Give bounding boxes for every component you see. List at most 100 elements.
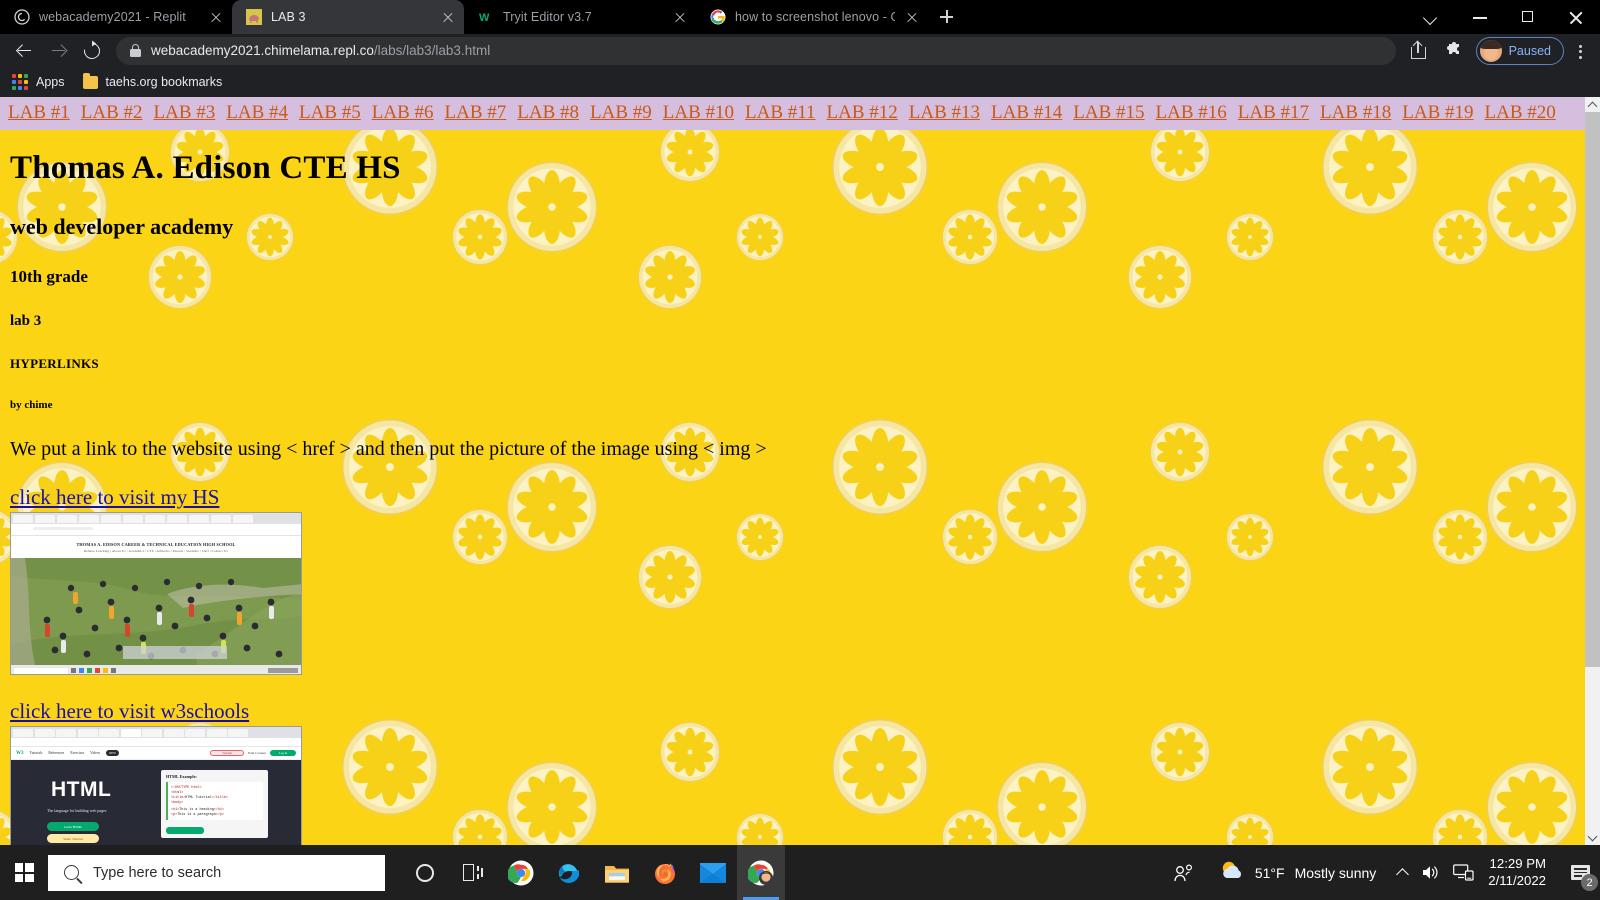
- replit-icon: [14, 9, 30, 25]
- speaker-icon[interactable]: [1421, 864, 1441, 881]
- bookmark-taehs[interactable]: taehs.org bookmarks: [82, 72, 222, 89]
- url-text: webacademy2021.chimelama.repl.co/labs/la…: [151, 43, 490, 58]
- lab-link-14[interactable]: LAB #14: [991, 102, 1062, 123]
- extensions-puzzle-icon[interactable]: [1438, 36, 1468, 66]
- w3schools-homepage-screenshot[interactable]: W3 Tutorials References Exercises Videos…: [10, 726, 302, 845]
- lab-link-12[interactable]: LAB #12: [827, 102, 898, 123]
- browser-window: webacademy2021 - Replit LAB 3 W Tryit Ed…: [0, 0, 1600, 845]
- new-tab-button[interactable]: [932, 3, 960, 31]
- scroll-up-button[interactable]: [1585, 97, 1600, 112]
- back-button[interactable]: [8, 35, 40, 67]
- lab-link-10[interactable]: LAB #10: [663, 102, 734, 123]
- browser-tab-google-search[interactable]: how to screenshot lenovo - Goog: [696, 0, 928, 34]
- browser-tab-tryit[interactable]: W Tryit Editor v3.7: [464, 0, 696, 34]
- page-content: LAB #1 LAB #2 LAB #3 LAB #4 LAB #5 LAB #6 LAB …: [0, 97, 1585, 845]
- thumb-urlbar: [11, 527, 301, 536]
- avatar: [1479, 39, 1502, 62]
- svg-text:<p>This is a paragraph</p>: <p>This is a paragraph</p>: [171, 812, 224, 817]
- chevron-up-icon[interactable]: [1396, 868, 1410, 881]
- cortana-icon[interactable]: [401, 845, 449, 900]
- close-icon[interactable]: [440, 9, 456, 25]
- browser-tab-lab3[interactable]: LAB 3: [232, 0, 464, 34]
- profile-chip[interactable]: Paused: [1475, 36, 1564, 65]
- lab-link-8[interactable]: LAB #8: [517, 102, 579, 123]
- maximize-button[interactable]: [1504, 0, 1552, 34]
- lab-link-18[interactable]: LAB #18: [1320, 102, 1391, 123]
- share-icon[interactable]: [1404, 36, 1434, 66]
- toolbar-right-actions: Paused: [1404, 36, 1592, 66]
- svg-text:<!DOCTYPE html>: <!DOCTYPE html>: [171, 785, 202, 790]
- lab-link-11[interactable]: LAB #11: [745, 102, 816, 123]
- scroll-down-button[interactable]: [1585, 830, 1600, 845]
- lab-navigation-bar: LAB #1 LAB #2 LAB #3 LAB #4 LAB #5 LAB #6 LAB …: [0, 97, 1585, 130]
- url-domain: webacademy2021.chimelama.repl.co: [151, 43, 374, 58]
- forward-button[interactable]: [42, 35, 74, 67]
- thumb2-learn-html-button: Learn HTML: [47, 822, 99, 831]
- close-icon[interactable]: [208, 9, 224, 25]
- start-button[interactable]: [0, 845, 48, 900]
- task-view-icon[interactable]: [449, 845, 497, 900]
- thumb-taskbar: [11, 665, 301, 674]
- weather-description: Mostly sunny: [1294, 864, 1377, 881]
- reload-button[interactable]: [76, 35, 108, 67]
- taehs-homepage-screenshot[interactable]: THOMAS A. EDISON CAREER & TECHNICAL EDUC…: [10, 512, 302, 675]
- chrome-icon[interactable]: [497, 845, 545, 900]
- weather-widget[interactable]: 51°F Mostly sunny: [1205, 859, 1384, 886]
- thumb2-hero-title: HTML: [51, 778, 112, 801]
- lab-link-5[interactable]: LAB #5: [299, 102, 361, 123]
- action-center-button[interactable]: 2: [1560, 845, 1600, 900]
- lab-link-2[interactable]: LAB #2: [81, 102, 143, 123]
- close-window-button[interactable]: [1552, 0, 1600, 34]
- page-scrollbar[interactable]: [1585, 97, 1600, 845]
- search-icon: [64, 865, 79, 880]
- thumb-tabbar: [11, 513, 301, 524]
- taskbar-search-input[interactable]: Type here to search: [48, 854, 385, 891]
- window-controls: [1408, 0, 1600, 34]
- lab-link-20[interactable]: LAB #20: [1485, 102, 1556, 123]
- thumb2-card-title: HTML Example:: [166, 774, 197, 779]
- thumb2-tabbar: [11, 727, 301, 738]
- address-bar[interactable]: webacademy2021.chimelama.repl.co/labs/la…: [116, 36, 1396, 65]
- lab-link-9[interactable]: LAB #9: [590, 102, 652, 123]
- lab-link-1[interactable]: LAB #1: [8, 102, 70, 123]
- scrollbar-thumb[interactable]: [1585, 112, 1600, 667]
- browser-tab-replit[interactable]: webacademy2021 - Replit: [0, 0, 232, 34]
- link-visit-my-hs[interactable]: click here to visit my HS: [10, 485, 1575, 510]
- firefox-icon[interactable]: [641, 845, 689, 900]
- network-icon[interactable]: [1453, 864, 1474, 881]
- thumb-site-header: THOMAS A. EDISON CAREER & TECHNICAL EDUC…: [11, 536, 301, 558]
- close-icon[interactable]: [672, 9, 688, 25]
- lab-link-19[interactable]: LAB #19: [1402, 102, 1473, 123]
- bookmark-apps[interactable]: Apps: [12, 74, 65, 90]
- tab-title: how to screenshot lenovo - Goog: [735, 10, 895, 24]
- chrome-active-icon[interactable]: [737, 845, 785, 900]
- subtitle-lab: lab 3: [10, 313, 42, 329]
- subtitle-topic: HYPERLINKS: [10, 356, 99, 371]
- lab-link-3[interactable]: LAB #3: [154, 102, 216, 123]
- lab-link-6[interactable]: LAB #6: [372, 102, 434, 123]
- people-icon: [1173, 863, 1195, 883]
- lab-link-17[interactable]: LAB #17: [1238, 102, 1309, 123]
- link-visit-w3schools[interactable]: click here to visit w3schools: [10, 699, 1575, 724]
- file-explorer-icon[interactable]: [593, 845, 641, 900]
- lab-link-16[interactable]: LAB #16: [1156, 102, 1227, 123]
- edge-icon[interactable]: [545, 845, 593, 900]
- people-button[interactable]: [1163, 845, 1205, 900]
- search-placeholder: Type here to search: [93, 864, 222, 881]
- lab-link-7[interactable]: LAB #7: [445, 102, 507, 123]
- lab-link-15[interactable]: LAB #15: [1073, 102, 1144, 123]
- lab-link-13[interactable]: LAB #13: [909, 102, 980, 123]
- minimize-button[interactable]: [1456, 0, 1504, 34]
- thumb2-menu-item: Exercises: [70, 751, 85, 755]
- taskbar-clock[interactable]: 12:29 PM 2/11/2022: [1488, 856, 1560, 889]
- weather-temperature: 51°F: [1254, 864, 1285, 881]
- thumb2-code-block: <!DOCTYPE html> <html> <title>HTML Tutor…: [166, 782, 263, 820]
- close-icon[interactable]: [904, 9, 920, 25]
- subtitle-author: by chime: [10, 399, 53, 411]
- mail-icon[interactable]: [689, 845, 737, 900]
- web-page: LAB #1 LAB #2 LAB #3 LAB #4 LAB #5 LAB #6 LAB …: [0, 97, 1585, 845]
- lab-link-4[interactable]: LAB #4: [226, 102, 288, 123]
- page-viewport: LAB #1 LAB #2 LAB #3 LAB #4 LAB #5 LAB #6 LAB …: [0, 97, 1600, 845]
- chrome-menu-icon[interactable]: [1568, 36, 1592, 66]
- tab-search-chevron-icon[interactable]: [1408, 0, 1456, 34]
